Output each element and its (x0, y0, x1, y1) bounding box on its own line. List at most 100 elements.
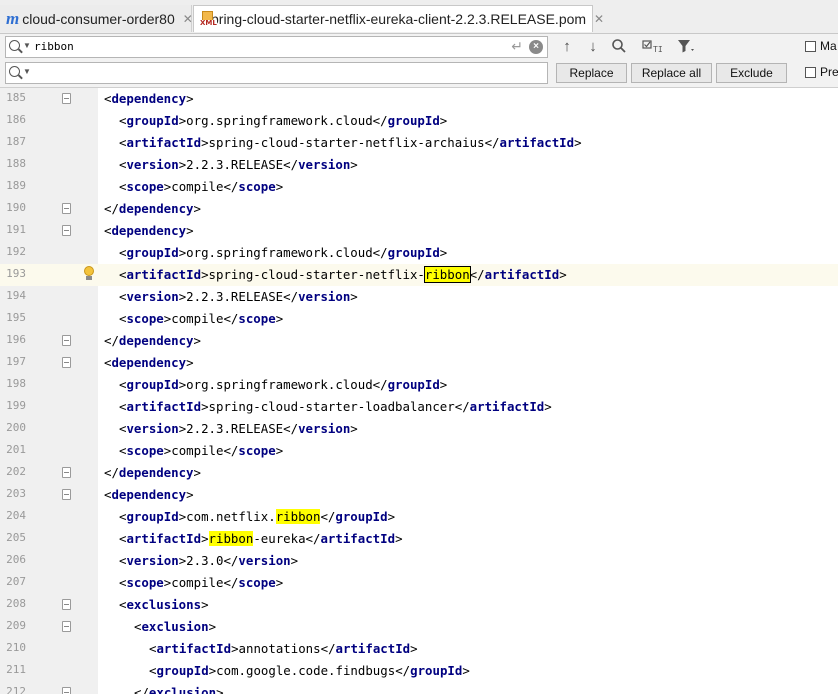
tag-bracket: > (186, 223, 194, 238)
code-line[interactable]: 194 <version>2.2.3.RELEASE</version> (0, 286, 838, 308)
tag-value: spring-cloud-starter-netflix- (208, 267, 425, 282)
code-line[interactable]: 205 <artifactId>ribbon-eureka</artifactId… (0, 528, 838, 550)
code-text: <scope>compile</scope> (119, 178, 283, 196)
code-text: </dependency> (104, 332, 201, 350)
code-line[interactable]: 190 </dependency> (0, 198, 838, 220)
code-line[interactable]: 186 <groupId>org.springframework.cloud</g… (0, 110, 838, 132)
previous-occurrence-icon[interactable]: ↑ (557, 38, 577, 56)
replace-all-button[interactable]: Replace all (631, 63, 712, 83)
tag-bracket: > (439, 377, 448, 392)
fold-icon[interactable] (62, 335, 71, 346)
code-line[interactable]: 188 <version>2.2.3.RELEASE</version> (0, 154, 838, 176)
line-number: 205 (6, 531, 26, 544)
code-line[interactable]: 195 <scope>compile</scope> (0, 308, 838, 330)
lightbulb-icon[interactable] (83, 266, 95, 282)
code-line[interactable]: 199 <artifactId>spring-cloud-starter-load… (0, 396, 838, 418)
close-icon[interactable]: ✕ (183, 12, 193, 26)
tag-name: dependency (118, 465, 194, 480)
next-occurrence-icon[interactable]: ↓ (583, 38, 603, 56)
preserve-case-checkbox[interactable] (805, 67, 816, 78)
code-line[interactable]: 189 <scope>compile</scope> (0, 176, 838, 198)
code-line[interactable]: 209 <exclusion> (0, 616, 838, 638)
code-line[interactable]: 200 <version>2.2.3.RELEASE</version> (0, 418, 838, 440)
find-all-icon[interactable] (609, 38, 629, 56)
code-editor[interactable]: 185 <dependency> 186 <groupId>org.springfra… (0, 88, 838, 694)
search-input[interactable]: ▼ ribbon ↵ × (5, 36, 548, 58)
code-line[interactable]: 202 </dependency> (0, 462, 838, 484)
code-text: </dependency> (104, 200, 201, 218)
replace-button[interactable]: Replace (556, 63, 627, 83)
tab-label: spring-cloud-starter-netflix-eureka-clie… (204, 11, 587, 27)
tag-name: artifactId (320, 531, 396, 546)
code-text: <version>2.2.3.RELEASE</version> (119, 156, 358, 174)
code-line[interactable]: 207 <scope>compile</scope> (0, 572, 838, 594)
code-text: <groupId>org.springframework.cloud</grou… (119, 244, 447, 262)
tag-bracket: > (201, 135, 209, 150)
tab-cloud-consumer-order80[interactable]: m cloud-consumer-order80 ✕ (0, 5, 193, 32)
code-line[interactable]: 197 <dependency> (0, 352, 838, 374)
code-line[interactable]: 191 <dependency> (0, 220, 838, 242)
tag-name: dependency (111, 355, 187, 370)
filter-icon[interactable] (675, 38, 697, 56)
line-number: 198 (6, 377, 26, 390)
tag-value: com.netflix. (186, 509, 276, 524)
code-line[interactable]: 210 <artifactId>annotations</artifactId> (0, 638, 838, 660)
tag-name: scope (126, 311, 164, 326)
tag-bracket: </ (372, 377, 388, 392)
fold-icon[interactable] (62, 225, 71, 236)
code-text: <dependency> (104, 90, 194, 108)
line-number: 197 (6, 355, 26, 368)
tag-name: groupId (126, 113, 179, 128)
tag-name: groupId (126, 245, 179, 260)
code-line[interactable]: 193 <artifactId>spring-cloud-starter-netf… (0, 264, 838, 286)
tag-name: groupId (387, 245, 440, 260)
history-dropdown-icon[interactable]: ▼ (23, 41, 31, 50)
tag-value: org.springframework.cloud (186, 113, 373, 128)
code-line[interactable]: 212 </exclusion> (0, 682, 838, 694)
code-line[interactable]: 208 <exclusions> (0, 594, 838, 616)
code-line[interactable]: 192 <groupId>org.springframework.cloud</g… (0, 242, 838, 264)
tag-bracket: </ (223, 179, 239, 194)
fold-icon[interactable] (62, 467, 71, 478)
fold-icon[interactable] (62, 621, 71, 632)
line-number: 193 (6, 267, 26, 280)
tag-value: -eureka (253, 531, 306, 546)
history-dropdown-icon[interactable]: ▼ (23, 67, 31, 76)
code-line[interactable]: 196 </dependency> (0, 330, 838, 352)
fold-icon[interactable] (62, 203, 71, 214)
code-line[interactable]: 201 <scope>compile</scope> (0, 440, 838, 462)
fold-icon[interactable] (62, 489, 71, 500)
code-line[interactable]: 206 <version>2.3.0</version> (0, 550, 838, 572)
clear-icon[interactable]: × (529, 40, 543, 54)
tag-bracket: </ (134, 685, 149, 694)
tag-name: artifactId (126, 531, 202, 546)
code-line[interactable]: 198 <groupId>org.springframework.cloud</g… (0, 374, 838, 396)
exclude-button[interactable]: Exclude (716, 63, 787, 83)
tag-bracket: > (439, 113, 448, 128)
match-case-checkbox[interactable] (805, 41, 816, 52)
replace-input[interactable]: ▼ (5, 62, 548, 84)
select-all-occurrences-icon[interactable]: TI (641, 38, 665, 56)
tag-name: artifactId (335, 641, 411, 656)
fold-icon[interactable] (62, 599, 71, 610)
code-line[interactable]: 187 <artifactId>spring-cloud-starter-netf… (0, 132, 838, 154)
tag-bracket: </ (305, 531, 321, 546)
search-icon[interactable] (9, 40, 20, 51)
fold-icon[interactable] (62, 93, 71, 104)
tag-bracket: > (395, 531, 403, 546)
code-text: <groupId>org.springframework.cloud</grou… (119, 376, 447, 394)
code-line[interactable]: 185 <dependency> (0, 88, 838, 110)
tag-name: scope (126, 443, 164, 458)
code-line[interactable]: 203 <dependency> (0, 484, 838, 506)
tab-eureka-client-pom[interactable]: XML spring-cloud-starter-netflix-eureka-… (193, 5, 604, 32)
tag-name: scope (126, 179, 164, 194)
tag-name: groupId (410, 663, 463, 678)
search-icon[interactable] (9, 66, 20, 77)
tag-bracket: > (186, 355, 194, 370)
fold-icon[interactable] (62, 357, 71, 368)
code-line[interactable]: 211 <groupId>com.google.code.findbugs</gr… (0, 660, 838, 682)
close-icon[interactable]: ✕ (594, 12, 604, 26)
tag-bracket: > (201, 399, 209, 414)
code-line[interactable]: 204 <groupId>com.netflix.ribbon</groupId> (0, 506, 838, 528)
fold-icon[interactable] (62, 687, 71, 694)
